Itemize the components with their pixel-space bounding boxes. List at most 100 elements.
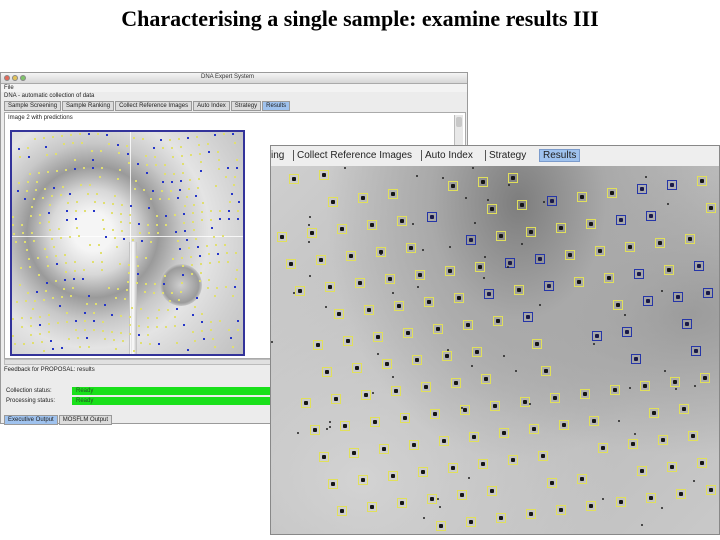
predicted-spot-marker <box>82 269 85 272</box>
predicted-spot-marker <box>163 274 166 277</box>
overlap-reflection-box <box>682 319 692 329</box>
predicted-spot-marker <box>183 204 186 207</box>
tab-auto-index-zoom[interactable]: Auto Index <box>421 150 473 161</box>
predicted-spot-marker <box>32 240 35 243</box>
predicted-reflection-box <box>436 521 446 531</box>
predicted-spot-marker <box>184 230 187 233</box>
predicted-spot-marker <box>120 331 123 334</box>
predicted-spot-marker <box>207 253 210 256</box>
predicted-spot-marker <box>59 194 62 197</box>
predicted-spot-marker <box>66 201 69 204</box>
predicted-spot-marker <box>102 202 105 205</box>
predicted-spot-marker <box>127 263 130 266</box>
predicted-spot-marker <box>91 158 94 161</box>
predicted-spot-marker <box>25 189 28 192</box>
predicted-spot-marker <box>66 320 68 323</box>
close-window-icon[interactable] <box>4 75 10 81</box>
tab-executive-output[interactable]: Executive Output <box>4 415 58 425</box>
unpredicted-spot <box>392 376 394 378</box>
predicted-spot-marker <box>76 226 79 229</box>
predicted-spot-marker <box>183 221 186 224</box>
predicted-spot-marker <box>219 320 221 323</box>
menu-file[interactable]: File <box>1 84 467 92</box>
zoomed-diffraction-image[interactable] <box>271 166 719 534</box>
tab-sample-screening[interactable]: Sample Screening <box>4 101 62 111</box>
predicted-spot-marker <box>231 345 234 348</box>
tab-collect-reference-images[interactable]: Collect Reference Images <box>115 101 193 111</box>
predicted-spot-marker <box>84 320 86 322</box>
predicted-spot-marker <box>97 133 99 136</box>
tab-partial-ing[interactable]: ing <box>271 150 284 161</box>
predicted-reflection-box <box>706 203 716 213</box>
predicted-spot-marker <box>77 235 80 238</box>
predicted-reflection-box <box>358 193 368 203</box>
predicted-spot-marker <box>214 244 217 247</box>
tab-auto-index[interactable]: Auto Index <box>193 101 230 111</box>
predicted-reflection-box <box>406 243 416 253</box>
predicted-reflection-box <box>277 232 287 242</box>
predicted-reflection-box <box>697 176 707 186</box>
tab-results-zoom[interactable]: Results <box>539 149 581 162</box>
predicted-spot-marker <box>138 325 140 328</box>
predicted-spot-marker <box>115 245 118 248</box>
predicted-reflection-box <box>394 301 404 311</box>
tab-sample-ranking[interactable]: Sample Ranking <box>62 101 115 111</box>
predicted-spot-marker <box>223 243 226 246</box>
predicted-reflection-box <box>526 509 536 519</box>
predicted-spot-marker <box>112 228 115 231</box>
predicted-spot-marker <box>27 257 30 260</box>
predicted-reflection-box <box>370 417 380 427</box>
predicted-spot-marker <box>149 198 152 201</box>
predicted-spot-marker <box>58 228 61 231</box>
tab-results[interactable]: Results <box>262 101 291 111</box>
predicted-spot-marker <box>181 163 184 166</box>
predicted-spot-marker <box>30 325 32 328</box>
predicted-spot-marker <box>156 325 158 328</box>
predicted-spot-marker <box>107 142 110 145</box>
overlap-reflection-box <box>592 331 602 341</box>
predicted-reflection-box <box>688 431 698 441</box>
predicted-spot-marker <box>237 218 240 221</box>
scroll-thumb[interactable] <box>456 117 462 127</box>
predicted-spot-marker <box>22 232 25 235</box>
zoom-window-icon[interactable] <box>20 75 26 81</box>
predicted-spot-marker <box>114 296 117 299</box>
predicted-spot-marker <box>165 325 167 328</box>
predicted-spot-marker <box>73 261 76 264</box>
unpredicted-spot <box>618 420 620 422</box>
tab-strategy-zoom[interactable]: Strategy <box>485 150 526 161</box>
predicted-reflection-box <box>478 177 488 187</box>
predicted-reflection-box <box>466 517 476 527</box>
predicted-reflection-box <box>433 324 443 334</box>
predicted-spot-marker <box>31 308 34 311</box>
predicted-spot-marker <box>166 308 169 311</box>
tab-mosflm-output[interactable]: MOSFLM Output <box>58 415 113 425</box>
predicted-reflection-box <box>307 228 317 238</box>
tab-collect-reference-images-zoom[interactable]: Collect Reference Images <box>293 150 412 161</box>
predicted-spot-marker <box>46 264 49 267</box>
diffraction-image[interactable] <box>10 130 245 356</box>
predicted-spot-marker <box>189 255 192 258</box>
predicted-spot-marker <box>179 290 182 293</box>
overlap-reflection-box <box>694 261 704 271</box>
predicted-spot-marker <box>201 202 204 205</box>
zoomed-results-view: ing Collect Reference Images Auto Index … <box>270 145 720 535</box>
predicted-spot-marker <box>228 201 231 204</box>
predicted-reflection-box <box>532 339 542 349</box>
predicted-reflection-box <box>637 466 647 476</box>
tab-strategy[interactable]: Strategy <box>230 101 262 111</box>
predicted-spot-marker <box>136 273 139 276</box>
predicted-spot-marker <box>37 172 40 175</box>
unpredicted-spot <box>529 403 531 405</box>
predicted-spot-marker <box>142 138 144 141</box>
predicted-spot-marker <box>228 328 231 331</box>
unpredicted-spot <box>503 355 505 357</box>
predicted-reflection-box <box>337 224 347 234</box>
predicted-spot-marker <box>192 220 195 223</box>
predicted-spot-marker <box>221 235 224 238</box>
minimize-window-icon[interactable] <box>12 75 18 81</box>
predicted-spot-marker <box>162 181 165 184</box>
main-tabs: Sample Screening Sample Ranking Collect … <box>4 101 291 111</box>
predicted-reflection-box <box>550 393 560 403</box>
predicted-spot-marker <box>46 281 49 284</box>
